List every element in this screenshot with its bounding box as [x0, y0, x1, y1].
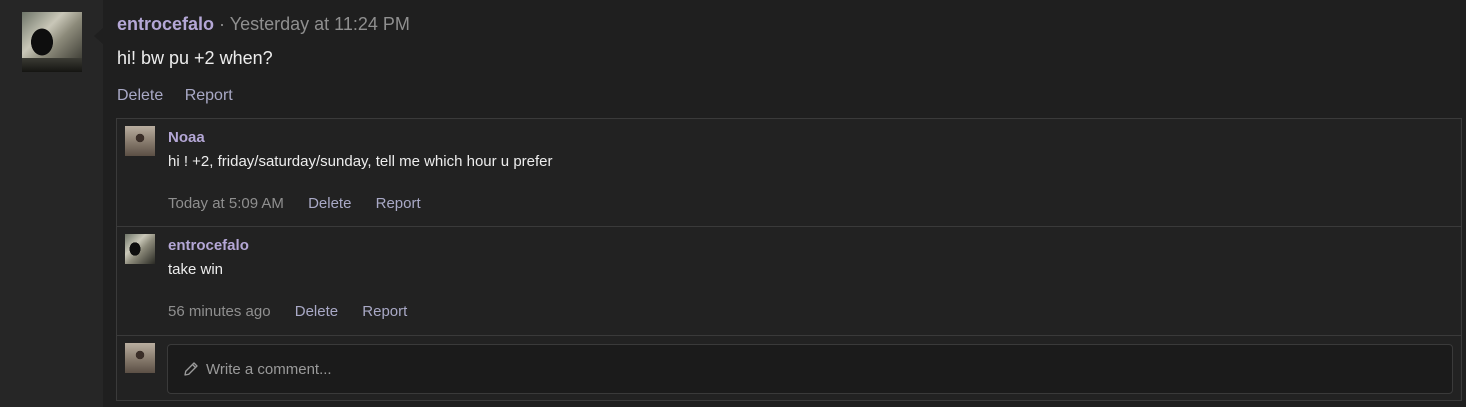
comment-text: hi ! +2, friday/saturday/sunday, tell me…: [168, 153, 553, 170]
post-timestamp: Yesterday at 11:24 PM: [229, 14, 410, 34]
post-header: entrocefalo · Yesterday at 11:24 PM: [117, 14, 410, 35]
post-author-name[interactable]: entrocefalo: [117, 14, 214, 34]
post-report-button[interactable]: Report: [185, 87, 233, 104]
comment-thread: Noaa hi ! +2, friday/saturday/sunday, te…: [116, 118, 1462, 401]
post-body: hi! bw pu +2 when?: [117, 48, 273, 68]
comment-input-box[interactable]: [167, 344, 1453, 394]
comment-report-button[interactable]: Report: [376, 195, 421, 212]
comment-page: entrocefalo · Yesterday at 11:24 PM hi! …: [0, 0, 1466, 407]
comment-item: entrocefalo take win 56 minutes ago Dele…: [117, 227, 1461, 336]
current-user-avatar: [125, 343, 155, 373]
comment-avatar[interactable]: [125, 126, 155, 156]
comment-report-button[interactable]: Report: [362, 303, 407, 320]
comment-timestamp: 56 minutes ago: [168, 303, 271, 320]
comment-avatar[interactable]: [125, 234, 155, 264]
comment-delete-button[interactable]: Delete: [295, 303, 338, 320]
header-separator: ·: [219, 14, 226, 34]
post-delete-button[interactable]: Delete: [117, 87, 163, 104]
comment-text: take win: [168, 261, 224, 278]
speech-pointer: [94, 28, 103, 44]
comment-item: Noaa hi ! +2, friday/saturday/sunday, te…: [117, 119, 1461, 227]
comment-composer: [117, 336, 1461, 400]
pencil-icon: [184, 362, 198, 376]
comment-input[interactable]: [206, 345, 1436, 393]
post-author-avatar[interactable]: [22, 12, 82, 72]
comment-timestamp: Today at 5:09 AM: [168, 195, 284, 212]
post-actions: Delete Report: [117, 87, 250, 105]
comment-delete-button[interactable]: Delete: [308, 195, 351, 212]
comment-meta: 56 minutes ago Delete Report: [168, 303, 427, 320]
comment-author[interactable]: Noaa: [168, 129, 205, 146]
comment-meta: Today at 5:09 AM Delete Report: [168, 195, 441, 212]
comment-author[interactable]: entrocefalo: [168, 237, 249, 254]
